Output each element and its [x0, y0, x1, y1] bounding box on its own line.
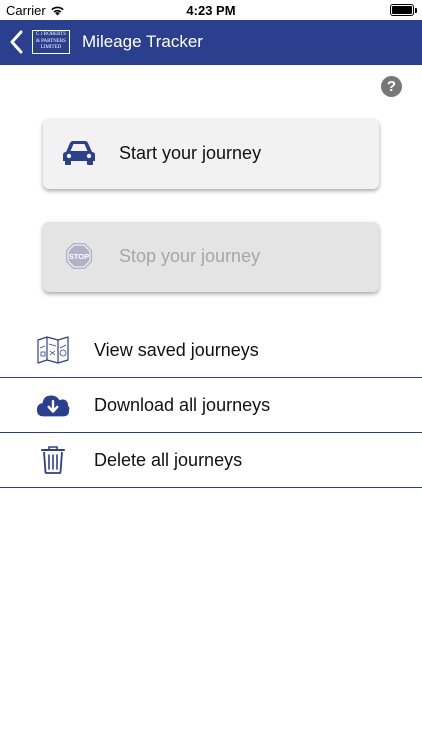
row-divider	[0, 487, 422, 488]
question-mark-icon: ?	[386, 78, 397, 95]
stop-journey-button[interactable]: STOP Stop your journey	[43, 222, 379, 292]
delete-all-journeys-label: Delete all journeys	[94, 450, 243, 470]
car-icon	[61, 137, 97, 169]
trash-icon	[36, 445, 70, 475]
page-title: Mileage Tracker	[82, 32, 203, 51]
back-button[interactable]	[6, 28, 28, 56]
view-saved-journeys-row[interactable]: View saved journeys	[0, 323, 422, 378]
logo-line: C J ROBERTS	[36, 32, 66, 37]
help-button[interactable]: ?	[381, 76, 402, 97]
delete-all-journeys-row[interactable]: Delete all journeys	[0, 433, 422, 488]
stop-sign-icon: STOP	[61, 240, 97, 272]
chevron-left-icon	[10, 30, 23, 54]
download-all-journeys-label: Download all journeys	[94, 395, 271, 415]
status-time: 4:23 PM	[186, 3, 236, 18]
status-bar: Carrier 4:23 PM	[0, 0, 422, 20]
start-journey-button[interactable]: Start your journey	[43, 119, 379, 189]
cloud-download-icon	[36, 390, 70, 420]
logo-line: LIMITED	[40, 45, 62, 50]
map-icon	[36, 335, 70, 365]
start-journey-label: Start your journey	[119, 143, 262, 163]
stop-sign-text: STOP	[69, 252, 89, 261]
navigation-bar: C J ROBERTS & PARTNERS LIMITED Mileage T…	[0, 20, 422, 65]
battery-icon	[390, 4, 417, 16]
battery-level	[392, 6, 412, 14]
view-saved-journeys-label: View saved journeys	[94, 340, 259, 360]
company-logo: C J ROBERTS & PARTNERS LIMITED	[32, 30, 70, 54]
download-all-journeys-row[interactable]: Download all journeys	[0, 378, 422, 433]
stop-journey-label: Stop your journey	[119, 246, 261, 266]
